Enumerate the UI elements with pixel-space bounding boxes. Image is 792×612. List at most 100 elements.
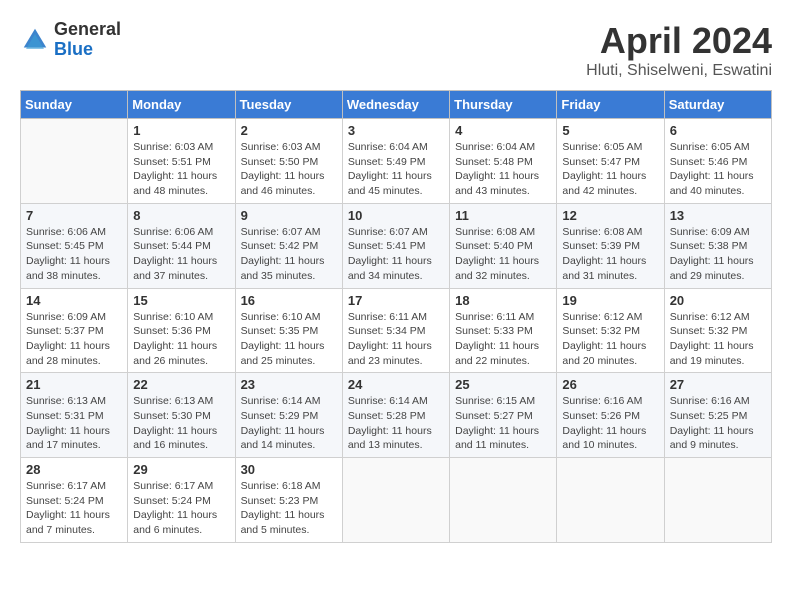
day-info: Sunrise: 6:12 AM Sunset: 5:32 PM Dayligh… (562, 310, 658, 369)
calendar-cell: 11 Sunrise: 6:08 AM Sunset: 5:40 PM Dayli… (450, 203, 557, 288)
week-row-2: 7 Sunrise: 6:06 AM Sunset: 5:45 PM Daylig… (21, 203, 772, 288)
calendar-cell: 10 Sunrise: 6:07 AM Sunset: 5:41 PM Dayli… (342, 203, 449, 288)
day-info: Sunrise: 6:05 AM Sunset: 5:47 PM Dayligh… (562, 140, 658, 199)
week-row-4: 21 Sunrise: 6:13 AM Sunset: 5:31 PM Dayli… (21, 373, 772, 458)
month-title: April 2024 (586, 20, 772, 62)
day-number: 4 (455, 123, 551, 138)
day-info: Sunrise: 6:14 AM Sunset: 5:28 PM Dayligh… (348, 394, 444, 453)
calendar-cell: 22Sunrise: 6:13 AM Sunset: 5:30 PM Dayli… (128, 373, 235, 458)
day-number: 17 (348, 293, 444, 308)
location-title: Hluti, Shiselweni, Eswatini (586, 62, 772, 80)
header-thursday: Thursday (450, 91, 557, 119)
calendar-cell: 1 Sunrise: 6:03 AM Sunset: 5:51 PM Daylig… (128, 119, 235, 204)
day-number: 9 (241, 208, 337, 223)
day-number: 16 (241, 293, 337, 308)
logo-text: General Blue (54, 20, 121, 60)
calendar-cell: 27 Sunrise: 6:16 AM Sunset: 5:25 PM Dayli… (664, 373, 771, 458)
day-info: Sunrise: 6:10 AM Sunset: 5:35 PM Dayligh… (241, 310, 337, 369)
day-number: 15 (133, 293, 229, 308)
calendar-cell (21, 119, 128, 204)
day-number: 24 (348, 377, 444, 392)
week-row-5: 28 Sunrise: 6:17 AM Sunset: 5:24 PM Dayli… (21, 458, 772, 543)
day-info: Sunrise: 6:07 AM Sunset: 5:41 PM Dayligh… (348, 225, 444, 284)
day-info: Sunrise: 6:04 AM Sunset: 5:49 PM Dayligh… (348, 140, 444, 199)
day-number: 21 (26, 377, 122, 392)
day-info: Sunrise: 6:09 AM Sunset: 5:38 PM Dayligh… (670, 225, 766, 284)
calendar-cell (342, 458, 449, 543)
day-number: 25 (455, 377, 551, 392)
calendar-header-row: SundayMondayTuesdayWednesdayThursdayFrid… (21, 91, 772, 119)
day-info: Sunrise: 6:11 AM Sunset: 5:33 PM Dayligh… (455, 310, 551, 369)
day-info: Sunrise: 6:13 AM Sunset: 5:31 PM Dayligh… (26, 394, 122, 453)
day-info: Sunrise: 6:06 AM Sunset: 5:45 PM Dayligh… (26, 225, 122, 284)
logo-icon (20, 25, 50, 55)
calendar-cell: 13Sunrise: 6:09 AM Sunset: 5:38 PM Dayli… (664, 203, 771, 288)
calendar-cell: 20 Sunrise: 6:12 AM Sunset: 5:32 PM Dayli… (664, 288, 771, 373)
day-number: 6 (670, 123, 766, 138)
title-area: April 2024 Hluti, Shiselweni, Eswatini (586, 20, 772, 80)
day-number: 27 (670, 377, 766, 392)
day-info: Sunrise: 6:04 AM Sunset: 5:48 PM Dayligh… (455, 140, 551, 199)
day-number: 14 (26, 293, 122, 308)
header: General Blue April 2024 Hluti, Shiselwen… (20, 20, 772, 80)
day-number: 18 (455, 293, 551, 308)
day-info: Sunrise: 6:16 AM Sunset: 5:25 PM Dayligh… (670, 394, 766, 453)
day-info: Sunrise: 6:03 AM Sunset: 5:51 PM Dayligh… (133, 140, 229, 199)
day-info: Sunrise: 6:11 AM Sunset: 5:34 PM Dayligh… (348, 310, 444, 369)
calendar-table: SundayMondayTuesdayWednesdayThursdayFrid… (20, 90, 772, 543)
day-number: 30 (241, 462, 337, 477)
day-info: Sunrise: 6:13 AM Sunset: 5:30 PM Dayligh… (133, 394, 229, 453)
day-number: 8 (133, 208, 229, 223)
day-info: Sunrise: 6:14 AM Sunset: 5:29 PM Dayligh… (241, 394, 337, 453)
day-number: 11 (455, 208, 551, 223)
calendar-cell: 12 Sunrise: 6:08 AM Sunset: 5:39 PM Dayli… (557, 203, 664, 288)
header-tuesday: Tuesday (235, 91, 342, 119)
day-info: Sunrise: 6:16 AM Sunset: 5:26 PM Dayligh… (562, 394, 658, 453)
calendar-cell: 14 Sunrise: 6:09 AM Sunset: 5:37 PM Dayli… (21, 288, 128, 373)
logo-blue: Blue (54, 40, 121, 60)
day-number: 3 (348, 123, 444, 138)
calendar-cell (557, 458, 664, 543)
calendar-cell: 28 Sunrise: 6:17 AM Sunset: 5:24 PM Dayli… (21, 458, 128, 543)
day-number: 29 (133, 462, 229, 477)
calendar-cell: 30 Sunrise: 6:18 AM Sunset: 5:23 PM Dayli… (235, 458, 342, 543)
day-number: 2 (241, 123, 337, 138)
day-info: Sunrise: 6:17 AM Sunset: 5:24 PM Dayligh… (26, 479, 122, 538)
day-info: Sunrise: 6:18 AM Sunset: 5:23 PM Dayligh… (241, 479, 337, 538)
day-number: 20 (670, 293, 766, 308)
week-row-3: 14 Sunrise: 6:09 AM Sunset: 5:37 PM Dayli… (21, 288, 772, 373)
header-monday: Monday (128, 91, 235, 119)
calendar-cell: 16 Sunrise: 6:10 AM Sunset: 5:35 PM Dayli… (235, 288, 342, 373)
day-info: Sunrise: 6:09 AM Sunset: 5:37 PM Dayligh… (26, 310, 122, 369)
week-row-1: 1 Sunrise: 6:03 AM Sunset: 5:51 PM Daylig… (21, 119, 772, 204)
calendar-cell: 19Sunrise: 6:12 AM Sunset: 5:32 PM Dayli… (557, 288, 664, 373)
day-number: 1 (133, 123, 229, 138)
logo: General Blue (20, 20, 121, 60)
calendar-cell: 23Sunrise: 6:14 AM Sunset: 5:29 PM Dayli… (235, 373, 342, 458)
calendar-cell: 25 Sunrise: 6:15 AM Sunset: 5:27 PM Dayli… (450, 373, 557, 458)
day-info: Sunrise: 6:08 AM Sunset: 5:39 PM Dayligh… (562, 225, 658, 284)
calendar-cell: 5 Sunrise: 6:05 AM Sunset: 5:47 PM Daylig… (557, 119, 664, 204)
day-number: 5 (562, 123, 658, 138)
logo-general: General (54, 20, 121, 40)
calendar-cell: 6Sunrise: 6:05 AM Sunset: 5:46 PM Daylig… (664, 119, 771, 204)
day-info: Sunrise: 6:10 AM Sunset: 5:36 PM Dayligh… (133, 310, 229, 369)
day-info: Sunrise: 6:03 AM Sunset: 5:50 PM Dayligh… (241, 140, 337, 199)
day-number: 28 (26, 462, 122, 477)
day-info: Sunrise: 6:15 AM Sunset: 5:27 PM Dayligh… (455, 394, 551, 453)
day-info: Sunrise: 6:08 AM Sunset: 5:40 PM Dayligh… (455, 225, 551, 284)
calendar-cell: 8 Sunrise: 6:06 AM Sunset: 5:44 PM Daylig… (128, 203, 235, 288)
calendar-cell: 7 Sunrise: 6:06 AM Sunset: 5:45 PM Daylig… (21, 203, 128, 288)
header-friday: Friday (557, 91, 664, 119)
calendar-cell: 4 Sunrise: 6:04 AM Sunset: 5:48 PM Daylig… (450, 119, 557, 204)
day-number: 12 (562, 208, 658, 223)
header-sunday: Sunday (21, 91, 128, 119)
day-info: Sunrise: 6:06 AM Sunset: 5:44 PM Dayligh… (133, 225, 229, 284)
day-number: 7 (26, 208, 122, 223)
calendar-cell: 2 Sunrise: 6:03 AM Sunset: 5:50 PM Daylig… (235, 119, 342, 204)
day-number: 10 (348, 208, 444, 223)
calendar-cell: 3 Sunrise: 6:04 AM Sunset: 5:49 PM Daylig… (342, 119, 449, 204)
calendar-cell: 18 Sunrise: 6:11 AM Sunset: 5:33 PM Dayli… (450, 288, 557, 373)
day-info: Sunrise: 6:12 AM Sunset: 5:32 PM Dayligh… (670, 310, 766, 369)
calendar-cell: 26Sunrise: 6:16 AM Sunset: 5:26 PM Dayli… (557, 373, 664, 458)
